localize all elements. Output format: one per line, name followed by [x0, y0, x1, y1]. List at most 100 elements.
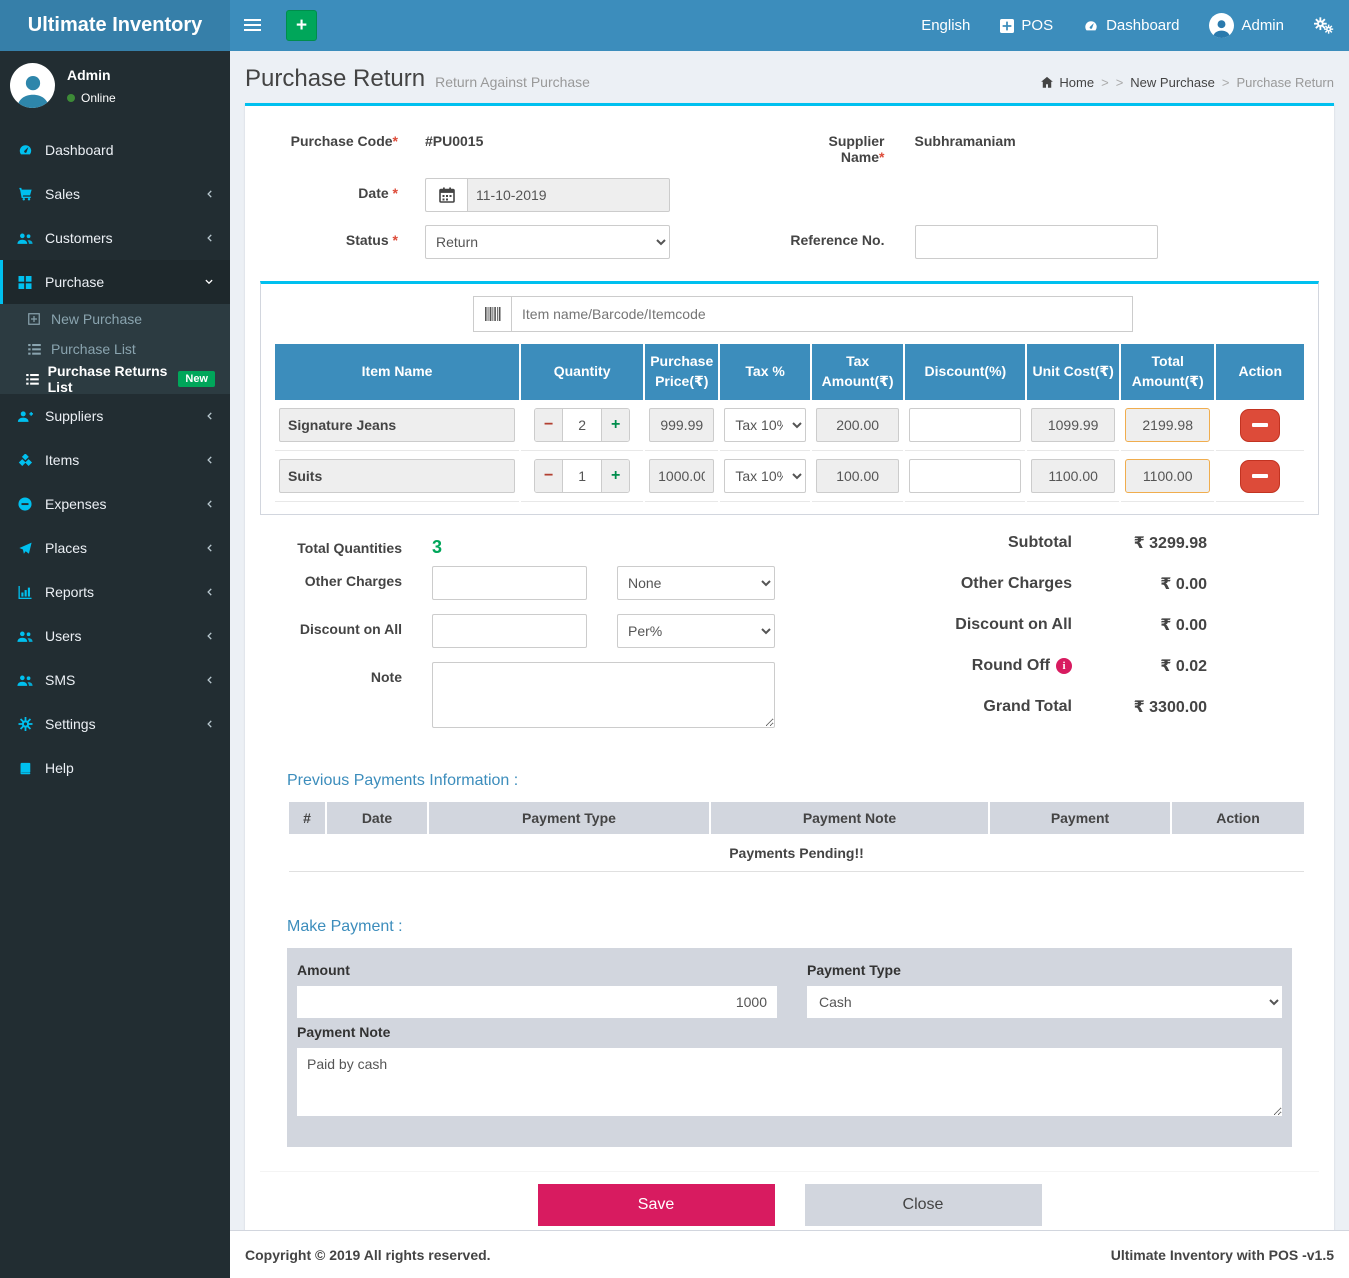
purchase-price-input[interactable]: [649, 459, 714, 493]
dashboard-link[interactable]: Dashboard: [1068, 0, 1194, 51]
quantity-input[interactable]: [562, 460, 602, 492]
purchase-code-value: #PU0015: [425, 126, 483, 149]
status-select[interactable]: Return: [425, 225, 670, 259]
sidebar-item-customers[interactable]: Customers: [0, 216, 230, 260]
previous-payments-heading: Previous Payments Information :: [287, 772, 1292, 790]
sidebar-subitem-new-purchase[interactable]: New Purchase: [0, 304, 230, 334]
tax-amount-input[interactable]: [816, 459, 900, 493]
quantity-input[interactable]: [562, 409, 602, 441]
purchase-code-label: Purchase Code*: [260, 126, 425, 149]
users-icon: [15, 630, 35, 643]
reference-no-label: Reference No.: [790, 225, 915, 248]
total-quantities-value: 3: [432, 533, 442, 558]
pay-col-date: Date: [327, 802, 427, 834]
sidebar-item-label: Expenses: [45, 496, 106, 512]
online-status-dot: [67, 94, 75, 102]
sidebar-item-users[interactable]: Users: [0, 614, 230, 658]
sidebar-item-expenses[interactable]: Expenses: [0, 482, 230, 526]
item-name-input[interactable]: [279, 459, 515, 493]
discount-total-value: ₹ 0.00: [1072, 615, 1207, 635]
payment-type-select[interactable]: Cash: [807, 986, 1282, 1018]
page-footer: Copyright © 2019 All rights reserved. Ul…: [230, 1230, 1349, 1278]
quick-add-button[interactable]: +: [286, 10, 317, 41]
make-payment-heading: Make Payment :: [287, 918, 1292, 936]
make-payment-panel: Amount Payment Type Cash Payment Note Pa…: [287, 948, 1292, 1147]
gauge-icon: [1083, 19, 1099, 33]
new-badge: New: [178, 371, 215, 387]
user-menu[interactable]: Admin: [1194, 0, 1299, 51]
item-row: − + Tax 10%: [275, 400, 1304, 451]
brand-logo[interactable]: Ultimate Inventory: [0, 0, 230, 51]
remove-row-button[interactable]: [1240, 460, 1280, 493]
sidebar-subitem-label: Purchase Returns List: [48, 363, 169, 395]
other-charges-input[interactable]: [432, 566, 587, 600]
quantity-decrease-button[interactable]: −: [535, 460, 562, 492]
sidebar-subitem-purchase-list[interactable]: Purchase List: [0, 334, 230, 364]
tax-select[interactable]: Tax 10%: [724, 408, 806, 442]
quantity-decrease-button[interactable]: −: [535, 409, 562, 441]
sidebar-item-sms[interactable]: SMS: [0, 658, 230, 702]
payment-type-label: Payment Type: [807, 962, 1282, 978]
sidebar-item-suppliers[interactable]: Suppliers: [0, 394, 230, 438]
settings-menu[interactable]: [1299, 0, 1349, 51]
amount-input[interactable]: [297, 986, 777, 1018]
total-amount-input[interactable]: [1125, 459, 1211, 493]
payment-note-textarea[interactable]: Paid by cash: [297, 1048, 1282, 1116]
remove-row-button[interactable]: [1240, 409, 1280, 442]
sidebar-toggle-button[interactable]: [230, 0, 275, 51]
quantity-stepper: − +: [534, 408, 630, 442]
tax-amount-input[interactable]: [816, 408, 900, 442]
chevron-left-icon: [205, 630, 215, 642]
discount-total-label: Discount on All: [869, 616, 1072, 634]
sidebar-item-label: Sales: [45, 186, 80, 202]
sidebar-item-label: Items: [45, 452, 79, 468]
sidebar-item-dashboard[interactable]: Dashboard: [0, 128, 230, 172]
discount-input[interactable]: [909, 408, 1021, 442]
gears-icon: [1314, 17, 1334, 34]
date-input[interactable]: [467, 178, 670, 212]
unit-cost-input[interactable]: [1031, 408, 1115, 442]
discount-input[interactable]: [909, 459, 1021, 493]
sidebar-item-label: Reports: [45, 584, 94, 600]
sidebar-subitem-purchase-returns-list[interactable]: Purchase Returns List New: [0, 364, 230, 394]
discount-on-all-input[interactable]: [432, 614, 587, 648]
language-menu[interactable]: English: [906, 0, 985, 51]
calendar-icon[interactable]: [425, 178, 467, 212]
breadcrumb-new-purchase[interactable]: New Purchase: [1130, 75, 1215, 90]
purchase-return-box: Purchase Code* #PU0015 Supplier Name* Su…: [245, 103, 1334, 1230]
breadcrumb: Home > > New Purchase > Purchase Return: [1040, 69, 1334, 90]
discount-on-all-type-select[interactable]: Per%: [617, 614, 775, 648]
sidebar-item-reports[interactable]: Reports: [0, 570, 230, 614]
other-charges-total-value: ₹ 0.00: [1072, 574, 1207, 594]
quantity-increase-button[interactable]: +: [602, 460, 629, 492]
list-icon: [25, 374, 40, 385]
sidebar-item-sales[interactable]: Sales: [0, 172, 230, 216]
other-charges-type-select[interactable]: None: [617, 566, 775, 600]
sidebar-item-help[interactable]: Help: [0, 746, 230, 790]
sidebar-item-items[interactable]: Items: [0, 438, 230, 482]
dashboard-label: Dashboard: [1106, 17, 1179, 34]
item-name-input[interactable]: [279, 408, 515, 442]
sidebar-item-places[interactable]: Places: [0, 526, 230, 570]
online-status-label: Online: [81, 91, 116, 105]
breadcrumb-home[interactable]: Home: [1040, 75, 1094, 90]
sidebar-item-purchase[interactable]: Purchase: [0, 260, 230, 304]
breadcrumb-separator: >: [1222, 75, 1230, 90]
sidebar-item-settings[interactable]: Settings: [0, 702, 230, 746]
language-label: English: [921, 17, 970, 34]
info-icon[interactable]: i: [1056, 658, 1072, 674]
item-search-input[interactable]: [511, 296, 1133, 332]
tax-select[interactable]: Tax 10%: [724, 459, 806, 493]
purchase-price-input[interactable]: [649, 408, 714, 442]
note-textarea[interactable]: [432, 662, 775, 728]
reference-no-input[interactable]: [915, 225, 1158, 259]
quantity-increase-button[interactable]: +: [602, 409, 629, 441]
close-button[interactable]: Close: [805, 1184, 1042, 1226]
save-button[interactable]: Save: [538, 1184, 775, 1226]
chevron-down-icon: [203, 277, 215, 287]
sidebar-subitem-label: New Purchase: [51, 311, 142, 327]
unit-cost-input[interactable]: [1031, 459, 1115, 493]
total-amount-input[interactable]: [1125, 408, 1211, 442]
pos-link[interactable]: POS: [985, 0, 1068, 51]
users-icon: [15, 232, 35, 245]
